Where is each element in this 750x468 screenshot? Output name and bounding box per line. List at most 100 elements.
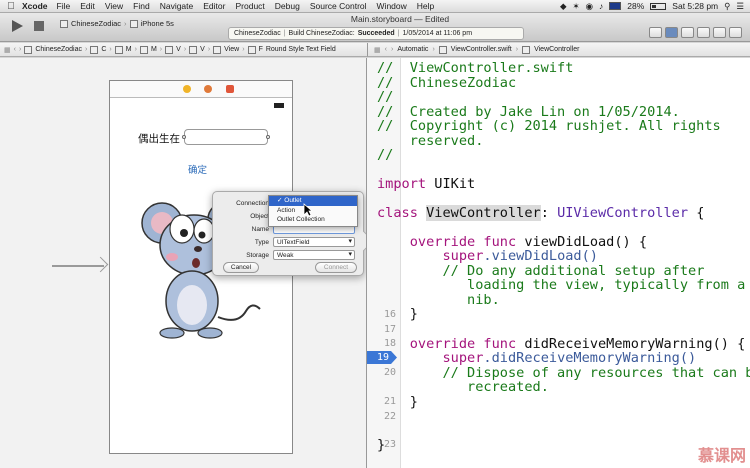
menu-app[interactable]: Xcode [22,1,48,11]
menu-help[interactable]: Help [417,1,434,11]
confirm-button[interactable]: 确定 [188,162,207,176]
forward-icon[interactable]: › [19,46,21,53]
chevron-right-icon: › [207,46,211,53]
birth-year-label[interactable]: 偶出生在 [138,131,180,146]
birth-year-text-field[interactable] [182,129,270,145]
related-items-icon[interactable]: ▦ [4,46,11,54]
device-name: iPhone 5s [140,19,174,28]
code-line: } [377,437,386,453]
dropbox-icon[interactable]: ◆ [560,1,567,12]
class-icon [522,45,531,54]
jump-item-class[interactable]: ViewController [534,46,579,53]
type-row: Type UITextField ▾ [217,237,355,247]
view-icon [213,45,222,54]
cancel-button[interactable]: Cancel [223,262,259,273]
storage-row: Storage Weak ▾ [217,250,355,260]
battery-icon[interactable] [650,2,667,10]
back-icon[interactable]: ‹ [385,46,387,53]
jump-item-file[interactable]: ViewController.swift [451,46,512,53]
menu-item-outlet[interactable]: ✓ Outlet [269,196,357,206]
connect-button[interactable]: Connect [315,262,357,273]
wifi-icon[interactable]: ◉ [586,1,593,12]
menu-item-outlet-collection[interactable]: Outlet Collection [269,215,357,225]
storyboard-jump-bar: ▦ ‹ › ChineseZodiac › C › M › M › V › V … [0,43,367,57]
assistant-editor-icon[interactable] [665,27,678,38]
type-value: UITextField [277,239,310,246]
storage-value: Weak [277,252,294,259]
type-combo[interactable]: UITextField ▾ [273,237,355,247]
exit-dock-icon[interactable] [226,85,234,93]
code-text-area[interactable]: // ViewController.swift // ChineseZodiac… [367,58,750,468]
notification-center-icon[interactable]: ☰ [736,1,744,12]
forward-icon[interactable]: › [391,46,393,53]
menu-view[interactable]: View [105,1,123,11]
menu-navigate[interactable]: Navigate [160,1,194,11]
jump-item-field-type: F [258,46,263,53]
jump-item-storyboard[interactable]: M [126,46,132,53]
status-build: Build ChineseZodiac: [288,30,355,37]
back-icon[interactable]: ‹ [14,46,16,53]
input-source-flag-icon[interactable] [609,2,622,10]
related-items-icon[interactable]: ▦ [374,46,381,54]
jump-item-vc[interactable]: V [200,46,205,53]
resize-handle[interactable] [182,135,186,139]
jump-item-base[interactable]: M [151,46,157,53]
menu-item-action[interactable]: Action [269,206,357,216]
chevron-right-icon: › [183,46,187,53]
storage-select[interactable]: Weak ▾ [273,250,355,260]
name-label: Name [251,225,269,233]
jump-item-view[interactable]: View [224,46,239,53]
object-label: Object [250,212,269,220]
type-label: Type [254,238,269,246]
menu-editor[interactable]: Editor [203,1,225,11]
menu-find[interactable]: Find [133,1,150,11]
debug-area-toggle-icon[interactable] [713,27,726,38]
status-project: ChineseZodiac [234,30,281,37]
standard-editor-icon[interactable] [649,27,662,38]
initial-scene-arrow[interactable] [52,265,104,267]
resize-handle[interactable] [266,135,270,139]
jump-item-folder[interactable]: C [101,46,106,53]
menu-debug[interactable]: Debug [275,1,300,11]
volume-icon[interactable]: ♪ [599,1,603,11]
project-icon [24,45,33,54]
xcode-toolbar: ChineseZodiac › iPhone 5s Main.storyboar… [0,13,750,42]
jump-item-automatic[interactable]: Automatic [397,46,428,53]
code-line: // [377,89,394,105]
jump-item-project[interactable]: ChineseZodiac [35,46,82,53]
view-controller-dock-icon[interactable] [183,85,191,93]
menu-edit[interactable]: Edit [80,1,95,11]
app-scheme-icon [60,19,68,28]
stop-icon[interactable] [34,21,44,31]
version-editor-icon[interactable] [681,27,694,38]
utilities-toggle-icon[interactable] [729,27,742,38]
code-line-super1: super.viewDidLoad() [442,248,598,264]
storyboard-canvas[interactable]: 偶出生在 确定 Connection Object Name Type UITe… [0,58,367,468]
activity-status-bar: ChineseZodiac | Build ChineseZodiac: Suc… [228,27,524,40]
spotlight-icon[interactable]: ⚲ [724,1,730,12]
menu-window[interactable]: Window [377,1,407,11]
scheme-selector[interactable]: ChineseZodiac › iPhone 5s [60,17,174,30]
code-line: recreated. [442,379,549,395]
chevron-right-icon: › [432,46,435,53]
first-responder-dock-icon[interactable] [204,85,212,93]
apple-icon[interactable]:  [0,1,22,12]
connection-type-menu: ✓ Outlet Action Outlet Collection [268,195,358,227]
status-divider: | [283,30,286,37]
object-row: Object [217,211,273,221]
window-title: Main.storyboard — Edited [350,14,450,24]
status-divider-2: | [397,30,400,37]
popover-arrow [354,231,366,251]
menu-file[interactable]: File [57,1,71,11]
jump-item-text-field[interactable]: Round Style Text Field [266,46,336,53]
jump-item-scene[interactable]: V [176,46,181,53]
menubar-status-area: ◆ ✶ ◉ ♪ 28% Sat 5:28 pm ⚲ ☰ [560,1,750,12]
clock[interactable]: Sat 5:28 pm [672,1,718,11]
assistant-jump-bar: ▦ ‹ › Automatic › ViewController.swift ›… [367,43,750,57]
run-icon[interactable] [10,19,24,33]
navigator-toggle-icon[interactable] [697,27,710,38]
menu-source-control[interactable]: Source Control [310,1,367,11]
bluetooth-icon[interactable]: ✶ [572,1,579,12]
assistant-code-editor[interactable]: 16 17 18 19 20 21 22 23 // ViewControlle… [367,58,750,468]
menu-product[interactable]: Product [235,1,264,11]
